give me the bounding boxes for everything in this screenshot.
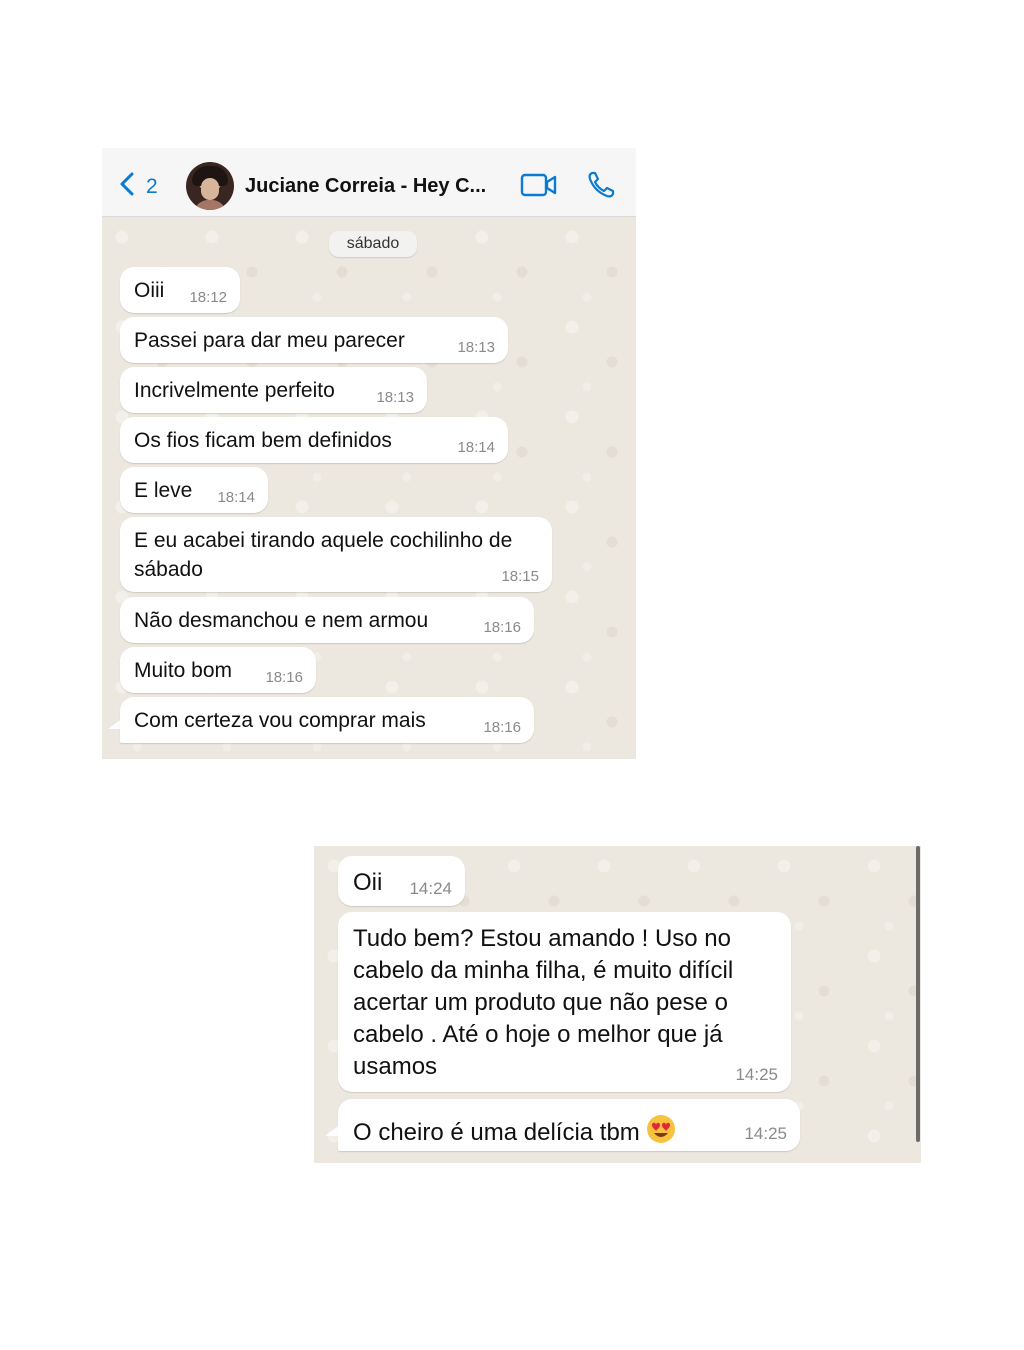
heart-eyes-emoji-icon: [646, 1115, 675, 1143]
message-time: 18:13: [376, 389, 414, 406]
message-time: 14:24: [409, 879, 452, 898]
message-bubble[interactable]: Incrivelmente perfeito 18:13: [120, 367, 427, 413]
phone-call-icon[interactable]: [586, 170, 616, 200]
message-text: Oiii: [134, 279, 165, 302]
message-bubble[interactable]: Oii 14:24: [338, 856, 465, 906]
message-text: Incrivelmente perfeito: [134, 379, 335, 402]
message-time: 18:14: [217, 489, 255, 506]
avatar[interactable]: [186, 162, 234, 210]
message-bubble[interactable]: O cheiro é uma delícia tbm 14:25: [338, 1099, 800, 1151]
message-list: sábado Oiii 18:12 Passei para dar meu pa…: [102, 217, 636, 759]
message-text: O cheiro é uma delícia tbm: [353, 1110, 676, 1149]
message-bubble[interactable]: Tudo bem? Estou amando ! Uso no cabelo d…: [338, 912, 791, 1092]
message-time: 18:16: [483, 719, 521, 736]
chat-screenshot-2: Oii 14:24 Tudo bem? Estou amando ! Uso n…: [314, 846, 921, 1163]
message-time: 14:25: [744, 1124, 787, 1143]
date-separator: sábado: [329, 231, 417, 257]
message-time: 18:14: [457, 439, 495, 456]
scrollbar[interactable]: [916, 846, 920, 1142]
unread-count[interactable]: 2: [146, 175, 158, 199]
message-text: Não desmanchou e nem armou: [134, 609, 429, 632]
message-text: Tudo bem? Estou amando ! Uso no cabelo d…: [353, 925, 734, 1080]
back-chevron-icon[interactable]: [116, 170, 140, 198]
message-text-content: O cheiro é uma delícia tbm: [353, 1119, 640, 1146]
message-bubble[interactable]: E eu acabei tirando aquele cochilinho de…: [120, 517, 552, 592]
message-bubble[interactable]: Com certeza vou comprar mais 18:16: [120, 697, 534, 743]
message-bubble[interactable]: Os fios ficam bem definidos 18:14: [120, 417, 508, 463]
contact-name[interactable]: Juciane Correia - Hey C...: [245, 175, 486, 198]
message-bubble[interactable]: Muito bom 18:16: [120, 647, 316, 693]
message-text: Os fios ficam bem definidos: [134, 429, 392, 452]
message-bubble[interactable]: E leve 18:14: [120, 467, 268, 513]
video-call-icon[interactable]: [520, 172, 558, 198]
message-bubble[interactable]: Não desmanchou e nem armou 18:16: [120, 597, 534, 643]
message-text: Muito bom: [134, 659, 233, 682]
message-bubble[interactable]: Oiii 18:12: [120, 267, 240, 313]
chat-screenshot-1: 2 Juciane Correia - Hey C... sábado Oiii…: [102, 148, 636, 759]
chat-header: 2 Juciane Correia - Hey C...: [102, 148, 636, 217]
message-time: 14:25: [735, 1065, 778, 1084]
message-time: 18:15: [501, 568, 539, 585]
message-text: Com certeza vou comprar mais: [134, 709, 426, 732]
message-bubble[interactable]: Passei para dar meu parecer 18:13: [120, 317, 508, 363]
message-text: Oii: [353, 869, 383, 896]
message-time: 18:16: [483, 619, 521, 636]
message-text: E leve: [134, 479, 193, 502]
message-text: E eu acabei tirando aquele cochilinho de…: [134, 529, 513, 581]
message-text: Passei para dar meu parecer: [134, 329, 405, 352]
message-time: 18:13: [457, 339, 495, 356]
message-time: 18:16: [265, 669, 303, 686]
message-time: 18:12: [189, 289, 227, 306]
